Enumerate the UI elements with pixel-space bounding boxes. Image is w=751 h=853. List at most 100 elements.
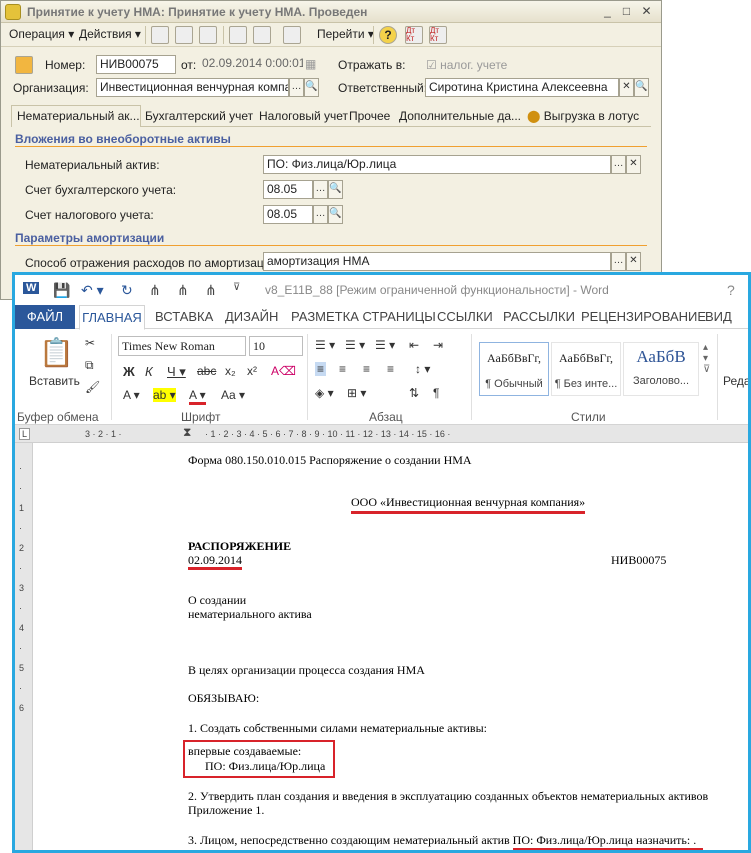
redo-icon[interactable]: ↻ bbox=[121, 282, 133, 299]
tab-intangible[interactable]: Нематериальный ак... bbox=[17, 109, 140, 123]
tax-acc-field[interactable]: 08.05 bbox=[263, 205, 313, 224]
paste-icon[interactable]: 📋 bbox=[39, 336, 74, 369]
format-painter-icon[interactable]: 🖌 bbox=[85, 380, 100, 394]
dt-kt-n-icon[interactable]: Дт Кт bbox=[429, 26, 447, 44]
tab-home[interactable]: ГЛАВНАЯ bbox=[79, 305, 145, 330]
tax-acc-search-icon[interactable]: 🔍 bbox=[328, 205, 343, 224]
tab-other[interactable]: Прочее bbox=[349, 109, 390, 123]
intangible-clear-icon[interactable]: ✕ bbox=[626, 155, 641, 174]
style-no-spacing[interactable]: АаБбВвГг, ¶ Без инте... bbox=[551, 342, 621, 396]
tab-insert[interactable]: ВСТАВКА bbox=[155, 309, 213, 324]
decrease-indent-icon[interactable]: ⇤ bbox=[409, 338, 419, 352]
copy-icon[interactable]: ⧉ bbox=[85, 358, 94, 373]
tax-acc-select-button[interactable]: … bbox=[313, 205, 328, 224]
resp-search-icon[interactable]: 🔍 bbox=[634, 78, 649, 97]
tab-layout[interactable]: РАЗМЕТКА СТРАНИЦЫ bbox=[291, 309, 436, 324]
save-icon[interactable] bbox=[151, 26, 169, 44]
method-select-button[interactable]: … bbox=[611, 252, 626, 271]
style-heading[interactable]: АаБбВ Заголово... bbox=[623, 342, 699, 396]
tab-additional[interactable]: Дополнительные да... bbox=[399, 109, 521, 123]
tab-file[interactable]: ФАЙЛ bbox=[15, 305, 75, 329]
org-field[interactable]: Инвестиционная венчурная компани bbox=[96, 78, 289, 97]
tab-tax[interactable]: Налоговый учет bbox=[259, 109, 348, 123]
minimize-icon[interactable]: _ bbox=[599, 4, 616, 20]
bullets-icon[interactable]: ☰ ▾ bbox=[315, 338, 335, 352]
acc-search-icon[interactable]: 🔍 bbox=[328, 180, 343, 199]
post-icon[interactable] bbox=[175, 26, 193, 44]
underline-icon[interactable]: Ч ▾ bbox=[167, 364, 186, 380]
sort-icon[interactable]: ⇅ bbox=[409, 386, 419, 400]
document-page[interactable]: Форма 080.150.010.015 Распоряжение о соз… bbox=[33, 443, 748, 850]
indent-marker[interactable]: ⧗ bbox=[183, 425, 191, 440]
pilcrow-icon[interactable]: ¶ bbox=[433, 386, 439, 400]
cut-icon[interactable]: ✂ bbox=[85, 336, 95, 350]
align-left-icon[interactable]: ≡ bbox=[315, 362, 327, 376]
tab-view[interactable]: ВИД bbox=[705, 309, 732, 324]
print-icon[interactable] bbox=[229, 26, 247, 44]
font-size-combo[interactable]: 10 bbox=[249, 336, 303, 356]
font-name-combo[interactable]: Times New Roman bbox=[118, 336, 246, 356]
tab-mailings[interactable]: РАССЫЛКИ bbox=[503, 309, 575, 324]
clear-format-icon[interactable]: A⌫ bbox=[271, 364, 296, 378]
italic-icon[interactable]: К bbox=[145, 364, 153, 379]
increase-indent-icon[interactable]: ⇥ bbox=[433, 338, 443, 352]
superscript-icon[interactable]: x² bbox=[247, 364, 257, 378]
tab-references[interactable]: ССЫЛКИ bbox=[437, 309, 493, 324]
save-icon[interactable]: 💾 bbox=[53, 282, 70, 299]
highlight-icon[interactable]: ab ▾ bbox=[153, 388, 176, 402]
resp-clear-icon[interactable]: ✕ bbox=[619, 78, 634, 97]
multilevel-icon[interactable]: ☰ ▾ bbox=[375, 338, 395, 352]
shading-icon[interactable]: ◈ ▾ bbox=[315, 386, 334, 400]
org-search-icon[interactable]: 🔍 bbox=[304, 78, 319, 97]
number-field[interactable]: НИВ00075 bbox=[96, 55, 176, 74]
report-icon[interactable] bbox=[253, 26, 271, 44]
align-right-icon[interactable]: ≡ bbox=[363, 362, 370, 376]
help-icon[interactable]: ? bbox=[379, 26, 397, 44]
structure2-icon[interactable]: ⋔ bbox=[177, 282, 189, 299]
subscript-icon[interactable]: x₂ bbox=[225, 364, 236, 378]
maximize-icon[interactable]: □ bbox=[618, 4, 635, 20]
line-spacing-icon[interactable]: ↕ ▾ bbox=[415, 362, 430, 376]
menu-actions[interactable]: Действия ▾ bbox=[79, 27, 141, 41]
change-case-icon[interactable]: Aa ▾ bbox=[221, 388, 245, 402]
menu-goto[interactable]: Перейти ▾ bbox=[317, 27, 374, 41]
numbering-icon[interactable]: ☰ ▾ bbox=[345, 338, 365, 352]
tab-accounting[interactable]: Бухгалтерский учет bbox=[145, 109, 253, 123]
help-icon[interactable]: ? bbox=[727, 282, 735, 298]
export-lotus-button[interactable]: ⬤ Выгрузка в лотус bbox=[527, 109, 639, 123]
intangible-select-button[interactable]: … bbox=[611, 155, 626, 174]
paste-label[interactable]: Вставить bbox=[29, 374, 80, 388]
structure-icon[interactable] bbox=[283, 26, 301, 44]
text-effects-icon[interactable]: A ▾ bbox=[123, 388, 140, 402]
structure-icon[interactable]: ⋔ bbox=[149, 282, 161, 299]
tab-review[interactable]: РЕЦЕНЗИРОВАНИЕ bbox=[581, 309, 706, 324]
acc-field[interactable]: 08.05 bbox=[263, 180, 313, 199]
tax-checkbox[interactable]: ☑ налог. учете bbox=[426, 58, 507, 72]
tab-selector[interactable]: L bbox=[19, 428, 31, 440]
justify-icon[interactable]: ≡ bbox=[387, 362, 394, 376]
bold-icon[interactable]: Ж bbox=[123, 364, 135, 379]
acc-select-button[interactable]: … bbox=[313, 180, 328, 199]
align-center-icon[interactable]: ≡ bbox=[339, 362, 346, 376]
editing-label[interactable]: Реда bbox=[723, 374, 748, 388]
font-color-icon[interactable]: A ▾ bbox=[189, 388, 206, 405]
style-normal[interactable]: АаБбВвГг, ¶ Обычный bbox=[479, 342, 549, 396]
calendar-icon[interactable]: ▦ bbox=[305, 57, 316, 71]
org-select-button[interactable]: … bbox=[289, 78, 304, 97]
styles-scroll-icon[interactable]: ▴ ▾ ⊽ bbox=[703, 342, 710, 375]
borders-icon[interactable]: ⊞ ▾ bbox=[347, 386, 366, 400]
copy-icon[interactable] bbox=[199, 26, 217, 44]
intangible-field[interactable]: ПО: Физ.лица/Юр.лица bbox=[263, 155, 611, 174]
customize-qat-icon[interactable]: ⊽ bbox=[233, 282, 240, 293]
tab-design[interactable]: ДИЗАЙН bbox=[225, 309, 278, 324]
method-field[interactable]: амортизация НМА bbox=[263, 252, 611, 271]
undo-icon[interactable]: ↶ ▾ bbox=[81, 282, 104, 299]
structure3-icon[interactable]: ⋔ bbox=[205, 282, 217, 299]
date-field[interactable]: 02.09.2014 0:00:01 bbox=[199, 55, 303, 74]
resp-field[interactable]: Сиротина Кристина Алексеевна bbox=[425, 78, 619, 97]
strikethrough-icon[interactable]: abc bbox=[197, 364, 216, 378]
method-clear-icon[interactable]: ✕ bbox=[626, 252, 641, 271]
dt-kt-icon[interactable]: Дт Кт bbox=[405, 26, 423, 44]
menu-operation[interactable]: Операция ▾ bbox=[9, 27, 74, 41]
close-icon[interactable]: ✕ bbox=[638, 4, 655, 20]
